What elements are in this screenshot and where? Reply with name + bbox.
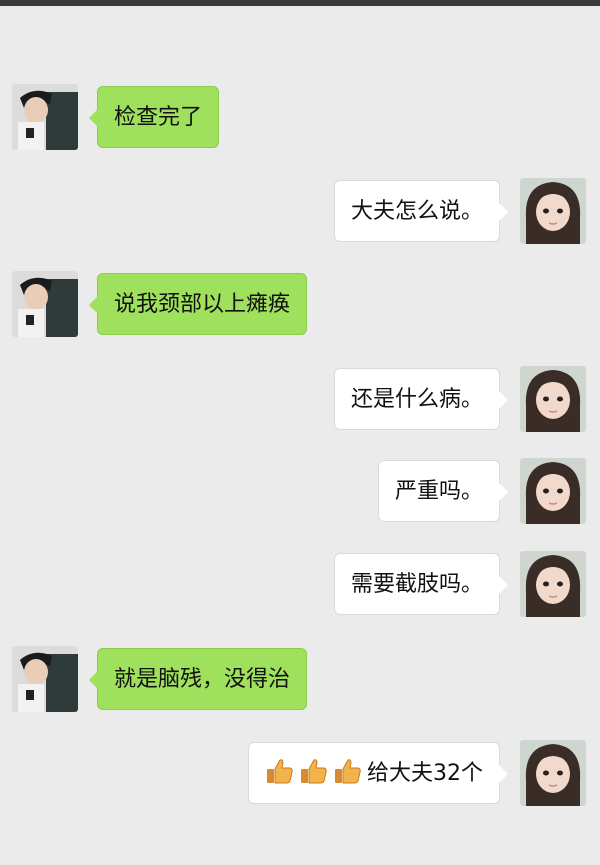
- thumbs-up-icon: [333, 756, 363, 786]
- message-bubble[interactable]: 检查完了: [88, 86, 220, 148]
- avatar-female[interactable]: [520, 178, 586, 244]
- message-row-5: 需要截肢吗。: [0, 551, 600, 617]
- message-row-1: 大夫怎么说。: [0, 178, 600, 244]
- status-bar: [0, 0, 600, 6]
- message-row-2: 说我颈部以上瘫痪: [0, 271, 600, 337]
- avatar-male[interactable]: [12, 646, 78, 712]
- message-bubble[interactable]: 大夫怎么说。: [333, 180, 509, 242]
- message-bubble[interactable]: 说我颈部以上瘫痪: [88, 273, 308, 335]
- message-bubble[interactable]: 需要截肢吗。: [333, 553, 509, 615]
- message-bubble[interactable]: 就是脑残，没得治: [88, 648, 308, 710]
- message-bubble[interactable]: 给大夫32个: [248, 742, 508, 804]
- avatar-female[interactable]: [520, 551, 586, 617]
- message-bubble[interactable]: 严重吗。: [377, 460, 509, 522]
- thumbs-up-icon: [299, 756, 329, 786]
- avatar-female[interactable]: [520, 740, 586, 806]
- message-bubble[interactable]: 还是什么病。: [333, 368, 509, 430]
- message-text: 给大夫32个: [367, 761, 483, 786]
- avatar-male[interactable]: [12, 84, 78, 150]
- message-row-6: 就是脑残，没得治: [0, 646, 600, 712]
- avatar-female[interactable]: [520, 366, 586, 432]
- avatar-male[interactable]: [12, 271, 78, 337]
- message-row-0: 检查完了: [0, 84, 600, 150]
- message-row-3: 还是什么病。: [0, 366, 600, 432]
- thumbs-up-icon: [265, 756, 295, 786]
- message-row-7: 给大夫32个: [0, 740, 600, 806]
- message-row-4: 严重吗。: [0, 458, 600, 524]
- avatar-female[interactable]: [520, 458, 586, 524]
